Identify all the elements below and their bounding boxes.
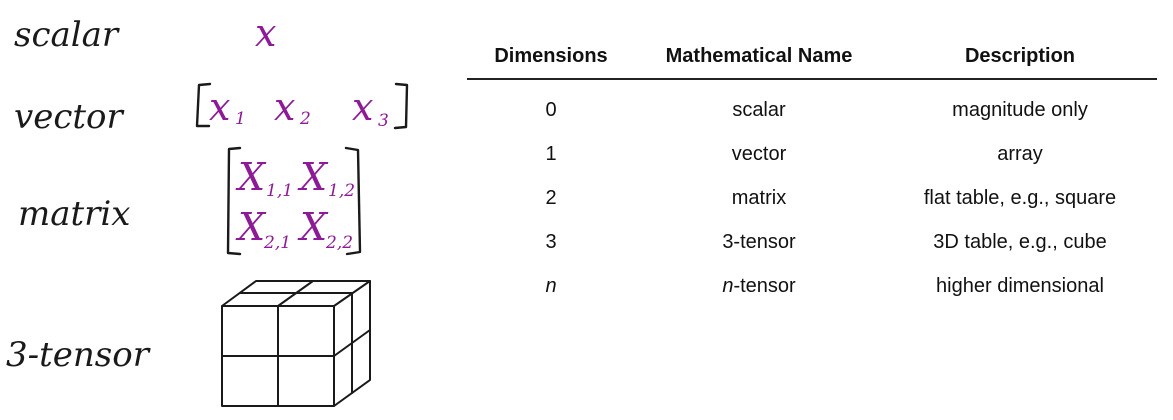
row-name: scalar (635, 99, 883, 122)
row-name-text: n (722, 274, 734, 297)
row-name-suffix: -tensor (733, 274, 796, 297)
row-name: 3-tensor (635, 231, 883, 254)
matrix-sub-12: 1,2 (328, 181, 355, 201)
vector-entry-2: x (274, 85, 295, 129)
matrix-sub-21: 2,1 (263, 233, 291, 253)
vector-sub-2: 2 (299, 109, 311, 129)
matrix-entry-12: X (297, 155, 329, 199)
row-name: vector (635, 143, 883, 166)
row-description: magnitude only (952, 98, 1088, 121)
scalar-expression: x (255, 11, 276, 55)
label-3-tensor: 3-tensor (6, 335, 151, 375)
matrix-expression: X 1,1 X 1,2 X 2,1 X 2,2 (235, 155, 355, 253)
table-row: 2 matrix flat table, e.g., square (467, 176, 1157, 220)
row-name-text: 3-tensor (722, 230, 796, 253)
label-scalar: scalar (14, 15, 120, 55)
header-dimensions: Dimensions (494, 44, 608, 67)
matrix-sub-11: 1,1 (266, 181, 293, 201)
table-row: 0 scalar magnitude only (467, 88, 1157, 132)
dimensions-table: Dimensions Mathematical Name Description… (467, 34, 1157, 308)
row-name-text: vector (731, 142, 787, 165)
vector-sub-3: 3 (378, 111, 389, 131)
row-name-text: matrix (731, 186, 787, 209)
table-header: Dimensions Mathematical Name Description (467, 34, 1157, 78)
row-name: n-tensor (635, 275, 883, 298)
cube-icon (221, 280, 371, 407)
vector-entry-3: x (352, 85, 373, 129)
row-description: 3D table, e.g., cube (933, 230, 1107, 253)
row-dimension: 2 (545, 186, 557, 209)
row-dimension: 1 (545, 142, 557, 165)
vector-entry-1: x (209, 85, 230, 129)
row-description: flat table, e.g., square (923, 186, 1117, 209)
table-row: n n-tensor higher dimensional (467, 264, 1157, 308)
row-name: matrix (635, 187, 883, 210)
label-vector: vector (14, 97, 125, 137)
header-rule (467, 78, 1157, 80)
matrix-entry-22: X (297, 205, 329, 249)
matrix-entry-21: X (235, 205, 267, 249)
label-matrix: matrix (18, 194, 130, 234)
row-dimension: 0 (545, 98, 557, 121)
matrix-sub-22: 2,2 (325, 233, 353, 253)
header-mathematical-name: Mathematical Name (665, 44, 853, 67)
vector-expression: x 1 x 2 x 3 (209, 85, 389, 131)
header-description: Description (964, 44, 1076, 67)
table-row: 3 3-tensor 3D table, e.g., cube (467, 220, 1157, 264)
row-dimension: n (545, 274, 557, 297)
row-name-text: scalar (732, 98, 786, 121)
row-description: higher dimensional (936, 274, 1104, 297)
table-row: 1 vector array (467, 132, 1157, 176)
row-description: array (997, 142, 1043, 165)
vector-sub-1: 1 (235, 109, 246, 129)
matrix-entry-11: X (235, 155, 267, 199)
row-dimension: 3 (545, 230, 557, 253)
